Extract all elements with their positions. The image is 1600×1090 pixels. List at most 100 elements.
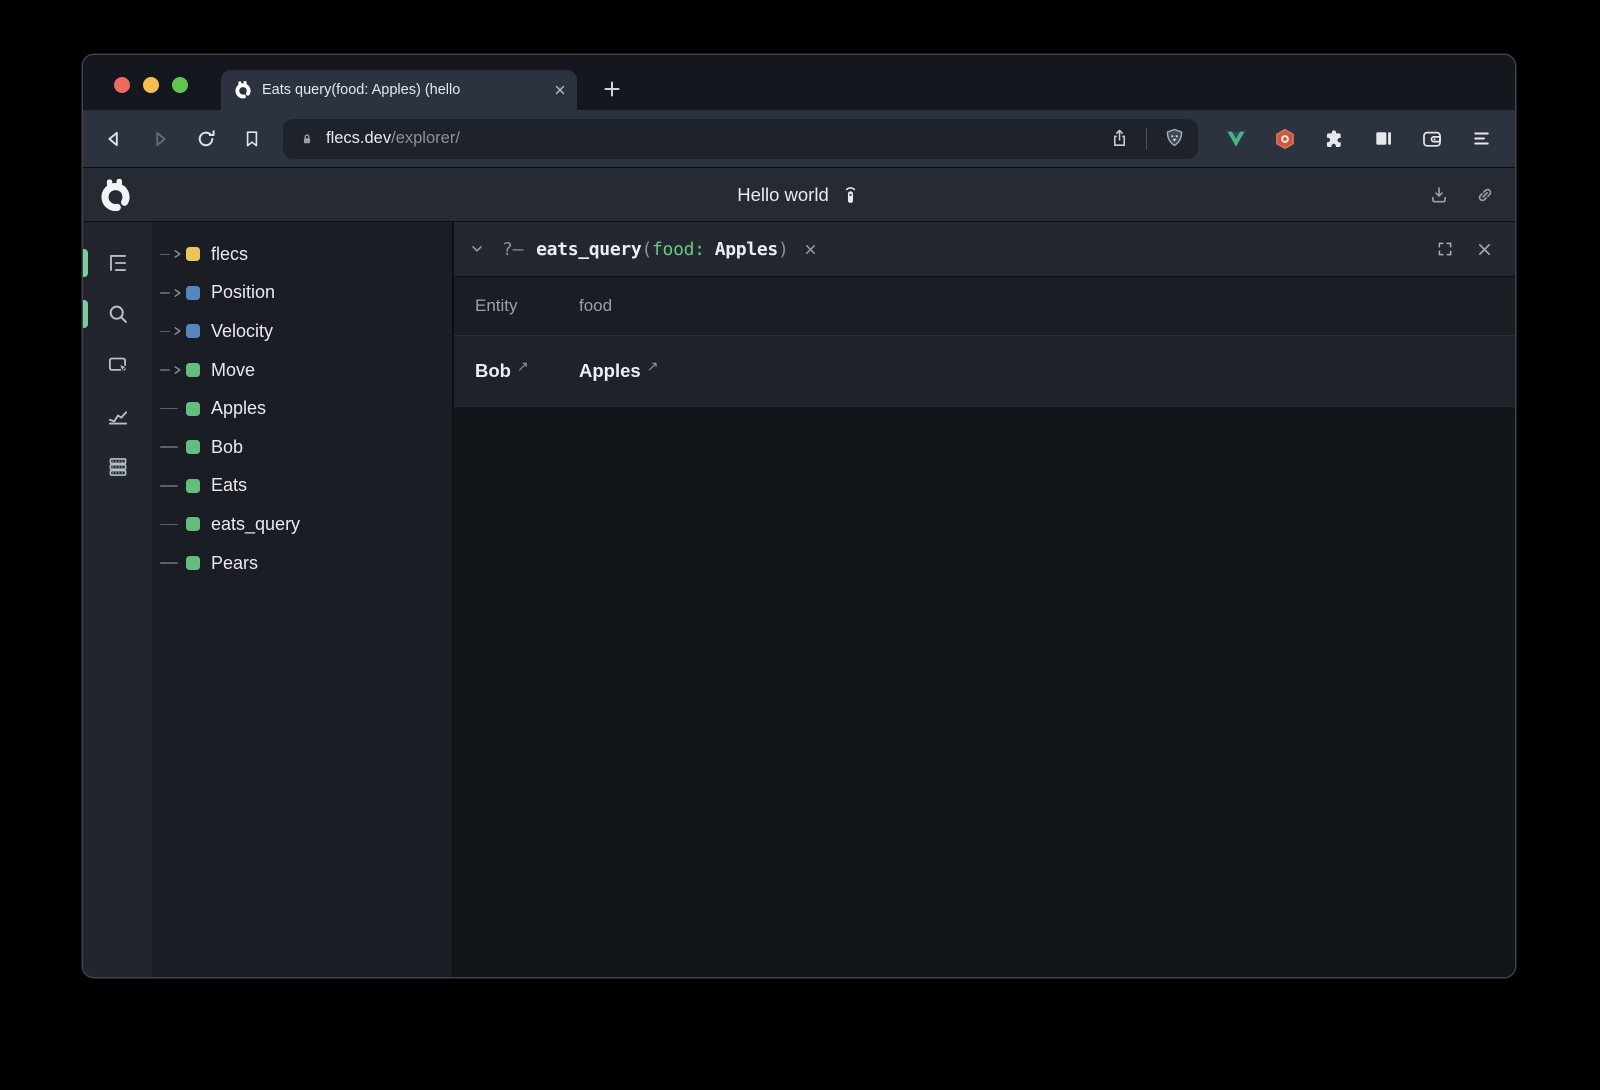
minimize-window-button[interactable] — [143, 77, 159, 93]
hex-extension-button[interactable] — [1273, 127, 1297, 151]
tree-item-label: Move — [211, 360, 255, 381]
query-panel-empty-area — [454, 407, 1515, 977]
tree-item-flecs[interactable]: flecs — [160, 235, 452, 274]
entity-color-square — [186, 556, 200, 570]
query-prefix: ?– — [502, 239, 523, 260]
query-arg-name: food — [652, 239, 694, 260]
tree-item-eats-query[interactable]: eats_query — [160, 505, 452, 544]
zoom-window-button[interactable] — [172, 77, 188, 93]
fullscreen-icon — [1436, 240, 1454, 258]
sidebar-toggle-button[interactable] — [1371, 127, 1395, 151]
entity-color-square — [186, 479, 200, 493]
sidebar-item-inspector[interactable] — [83, 339, 152, 390]
flecs-logo-icon[interactable] — [97, 177, 134, 214]
chevron-right-icon — [172, 287, 183, 299]
menu-icon — [1470, 127, 1493, 150]
chevron-right-icon — [172, 364, 183, 376]
entity-color-square — [186, 286, 200, 300]
chevron-right-icon — [172, 248, 183, 260]
reload-button[interactable] — [193, 126, 219, 152]
brave-shield-icon — [1163, 127, 1186, 150]
fullscreen-button[interactable] — [1434, 238, 1456, 260]
entity-color-square — [186, 517, 200, 531]
explorer-header: Hello world — [83, 167, 1515, 222]
column-header-entity: Entity — [475, 296, 579, 316]
stats-icon — [105, 403, 131, 429]
url-host: flecs.dev — [326, 129, 391, 148]
tree-connector — [160, 287, 186, 299]
tree-item-move[interactable]: Move — [160, 351, 452, 390]
sidebar-item-statistics[interactable] — [83, 390, 152, 441]
vue-devtools-button[interactable] — [1224, 127, 1248, 151]
tree-connector — [160, 485, 186, 487]
back-button[interactable] — [101, 126, 127, 152]
brave-shield-button[interactable] — [1163, 127, 1186, 150]
copy-link-button[interactable] — [1473, 183, 1497, 207]
sidebar-item-entity-tree[interactable] — [83, 237, 152, 288]
tree-item-label: Position — [211, 282, 275, 303]
download-button[interactable] — [1427, 183, 1451, 207]
browser-menu-button[interactable] — [1469, 127, 1493, 151]
tree-item-label: flecs — [211, 244, 248, 265]
tab-bar: Eats query(food: Apples) (hello — [83, 55, 1515, 110]
lock-icon[interactable] — [299, 131, 315, 147]
collapse-chevron-down-icon[interactable] — [469, 241, 485, 257]
external-link-arrow[interactable]: ↗ — [517, 358, 529, 375]
forward-button[interactable] — [147, 126, 173, 152]
query-arg-value: Apples — [715, 239, 778, 260]
link-icon — [1474, 184, 1496, 206]
tab-title: Eats query(food: Apples) (hello — [262, 82, 544, 98]
rows-icon — [105, 454, 131, 480]
wallet-button[interactable] — [1420, 127, 1444, 151]
external-link-arrow[interactable]: ↗ — [647, 358, 659, 375]
tree-connector — [160, 562, 186, 564]
browser-toolbar: flecs.dev/explorer/ — [83, 110, 1515, 167]
tree-connector — [160, 446, 186, 448]
inspect-icon — [105, 352, 131, 378]
tab-close-icon[interactable] — [553, 83, 567, 97]
query-clear-button[interactable] — [803, 242, 818, 257]
tree-item-eats[interactable]: Eats — [160, 467, 452, 506]
toolbar-separator — [1146, 128, 1147, 150]
sidebar-item-tables[interactable] — [83, 441, 152, 492]
back-icon — [102, 127, 126, 151]
tree-connector — [160, 524, 186, 526]
tree-item-label: Apples — [211, 398, 266, 419]
tree-item-label: Bob — [211, 437, 243, 458]
wallet-icon — [1420, 127, 1444, 151]
close-window-button[interactable] — [114, 77, 130, 93]
forward-icon — [148, 127, 172, 151]
tree-item-position[interactable]: Position — [160, 274, 452, 313]
remote-connection-icon[interactable] — [840, 183, 861, 206]
extensions-button[interactable] — [1322, 127, 1346, 151]
panel-switcher — [83, 222, 152, 977]
extensions-area — [1198, 127, 1501, 151]
tree-item-bob[interactable]: Bob — [160, 428, 452, 467]
search-icon — [105, 301, 131, 327]
tree-item-label: Eats — [211, 475, 247, 496]
bookmark-icon — [241, 128, 263, 150]
bookmark-button[interactable] — [239, 126, 265, 152]
tree-item-apples[interactable]: Apples — [160, 389, 452, 428]
close-panel-button[interactable] — [1473, 238, 1495, 260]
query-colon: : — [694, 239, 715, 260]
traffic-lights — [114, 77, 188, 93]
query-open-paren: ( — [641, 239, 652, 260]
chevron-right-icon — [172, 325, 183, 337]
flecs-favicon-icon — [233, 80, 253, 100]
sidebar-panel-icon — [1372, 127, 1395, 150]
query-expression: ?–eats_query(food:Apples) — [502, 239, 788, 260]
table-row[interactable]: Bob ↗ Apples ↗ — [454, 335, 1515, 407]
tree-item-velocity[interactable]: Velocity — [160, 312, 452, 351]
browser-tab[interactable]: Eats query(food: Apples) (hello — [221, 70, 577, 110]
entity-color-square — [186, 402, 200, 416]
tree-item-label: Pears — [211, 553, 258, 574]
tree-item-label: eats_query — [211, 514, 300, 535]
entity-color-square — [186, 324, 200, 338]
new-tab-button[interactable] — [599, 76, 625, 102]
sidebar-item-query-search[interactable] — [83, 288, 152, 339]
share-button[interactable] — [1109, 128, 1130, 149]
entity-value: Bob — [475, 360, 511, 382]
address-bar[interactable]: flecs.dev/explorer/ — [283, 119, 1198, 159]
tree-item-pears[interactable]: Pears — [160, 544, 452, 583]
